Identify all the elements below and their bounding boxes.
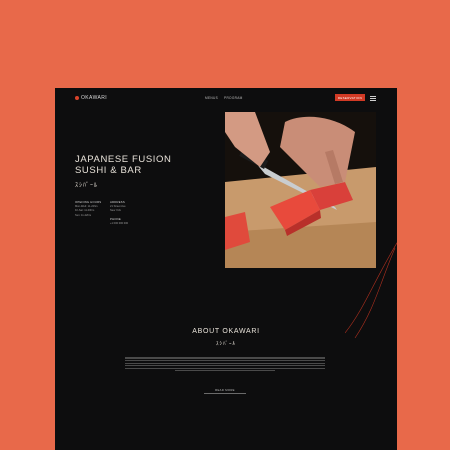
contact-info: ADDRESS 21 Street Ave New York PHONE +1 … — [110, 200, 128, 226]
logo-dot-icon — [75, 96, 79, 100]
about-paragraph — [125, 356, 325, 373]
logo-text: OKAWARI — [81, 95, 108, 101]
hero-title: JAPANESE FUSION SUSHI & BAR — [75, 154, 171, 176]
address-line: New York — [110, 209, 121, 213]
hours-line: Sun: 11-22hrs — [75, 213, 92, 217]
hero-japanese-subtitle: ｽｼﾊﾞｰﾙ — [75, 183, 99, 189]
address-heading: ADDRESS — [110, 200, 125, 204]
about-title: ABOUT OKAWARI — [192, 328, 260, 335]
hero-title-line-2: SUSHI & BAR — [75, 165, 142, 176]
nav-links: MENUS PROGRAM — [205, 96, 243, 100]
reservation-button[interactable]: RESERVATION — [335, 94, 365, 101]
phone-heading: PHONE — [110, 216, 121, 221]
hero-title-line-1: JAPANESE FUSION — [75, 154, 172, 165]
hamburger-menu-icon[interactable] — [370, 96, 376, 101]
nav-link-menus[interactable]: MENUS — [205, 96, 218, 100]
website-frame: OKAWARI MENUS PROGRAM RESERVATION JAPANE… — [55, 88, 397, 450]
opening-hours-heading: OPENING HOURS — [75, 200, 102, 204]
logo[interactable]: OKAWARI — [75, 95, 107, 101]
opening-hours: OPENING HOURS Mon-Wed: 11-22hrs Fri-Sat:… — [75, 200, 101, 218]
decorative-curve-lines — [345, 242, 397, 338]
about-japanese-subtitle: ｽｼﾊﾞｰﾙ — [215, 341, 236, 347]
nav-link-program[interactable]: PROGRAM — [224, 96, 243, 100]
top-nav: OKAWARI MENUS PROGRAM RESERVATION — [55, 88, 397, 108]
read-more-button[interactable]: READ MORE — [204, 387, 246, 394]
phone-number[interactable]: +1 000 000 000 — [110, 222, 128, 226]
